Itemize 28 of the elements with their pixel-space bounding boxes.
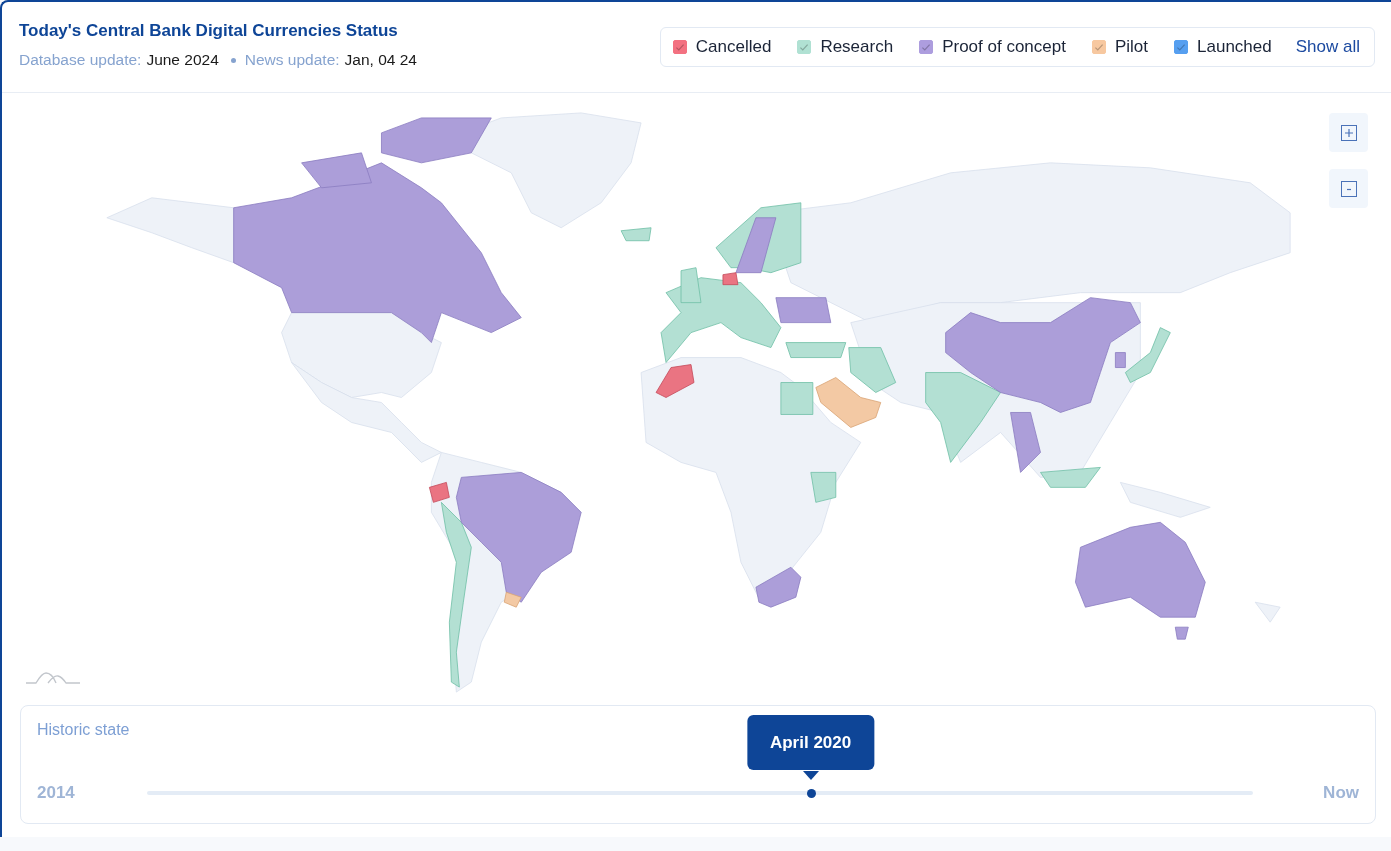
plus-icon <box>1340 124 1357 141</box>
legend-checkbox[interactable] <box>672 40 687 54</box>
news-label: News update: <box>244 51 340 69</box>
zoom-out-button[interactable] <box>1329 169 1368 208</box>
tooltip-pointer <box>802 771 819 780</box>
minus-icon <box>1340 180 1357 197</box>
separator-dot <box>230 57 236 63</box>
database-date: June 2024 <box>146 51 219 69</box>
legend-checkbox[interactable] <box>797 40 812 54</box>
timeline-handle[interactable] <box>806 789 816 798</box>
news-date: Jan, 04 24 <box>344 51 417 69</box>
zoom-in-button[interactable] <box>1329 113 1368 152</box>
wave-line-icon <box>26 671 80 685</box>
date-tooltip: April 2020 <box>746 715 875 770</box>
end-label: Now <box>1322 783 1359 803</box>
database-label: Database update: <box>19 51 142 69</box>
legend-item[interactable]: Cancelled <box>672 37 772 57</box>
timeline-title: Historic state <box>37 721 131 739</box>
legend-item[interactable]: Proof of concept <box>919 37 1066 57</box>
show-all-link[interactable]: Show all <box>1295 37 1360 57</box>
page-title: Today's Central Bank Digital Currencies Status <box>19 21 399 41</box>
legend-checkbox[interactable] <box>919 40 934 54</box>
legend-item[interactable]: Research <box>797 37 894 57</box>
legend-item[interactable]: Launched <box>1174 37 1272 57</box>
start-year: 2014 <box>37 783 76 803</box>
legend-item[interactable]: Pilot <box>1091 37 1149 57</box>
legend-checkbox[interactable] <box>1174 40 1189 54</box>
legend-checkbox[interactable] <box>1091 40 1106 54</box>
